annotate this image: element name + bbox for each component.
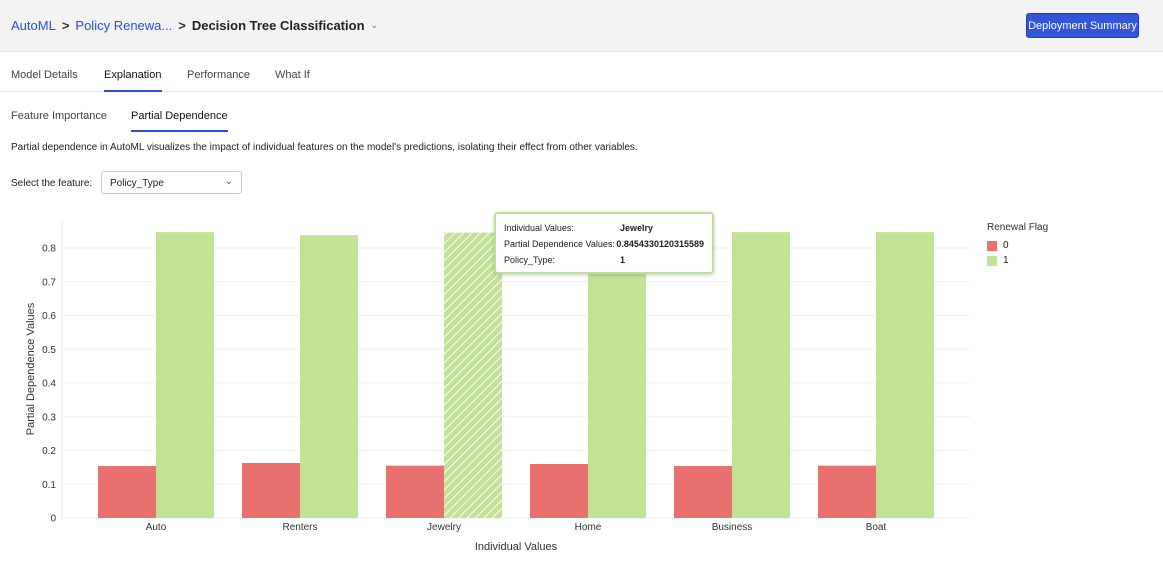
y-tick-label: 0.7 bbox=[42, 277, 56, 288]
y-tick-label: 0.3 bbox=[42, 412, 56, 423]
legend-label: 1 bbox=[1003, 255, 1009, 266]
tooltip-value: 0.8454330120315589 bbox=[616, 239, 704, 249]
legend-title: Renewal Flag bbox=[987, 222, 1049, 233]
bar-business-0[interactable] bbox=[674, 466, 732, 518]
y-tick-label: 0.4 bbox=[42, 379, 56, 390]
partial-dependence-chart: 0 0.1 0.2 0.3 0.4 0.5 0.6 0.7 0.8 Auto Renters Jewe… bbox=[25, 221, 970, 553]
bar-boat-0[interactable] bbox=[818, 465, 876, 518]
bar-home-0[interactable] bbox=[530, 464, 588, 518]
x-tick-label: Boat bbox=[866, 522, 887, 533]
legend-item-1[interactable]: 1 bbox=[987, 253, 1048, 268]
x-axis-title: Individual Values bbox=[475, 541, 558, 553]
y-tick-label: 0.1 bbox=[42, 480, 56, 491]
y-tick-label: 0.2 bbox=[42, 446, 56, 457]
bar-boat-1[interactable] bbox=[876, 232, 934, 518]
y-axis-title: Partial Dependence Values bbox=[25, 302, 37, 435]
y-tick-label: 0.8 bbox=[42, 244, 56, 255]
bar-jewelry-0[interactable] bbox=[386, 465, 444, 518]
tooltip-value: 1 bbox=[620, 255, 626, 265]
legend: Renewal Flag 0 1 bbox=[987, 222, 1048, 268]
x-tick-label: Jewelry bbox=[427, 522, 461, 533]
x-tick-label: Renters bbox=[282, 522, 317, 533]
y-tick-label: 0 bbox=[50, 514, 56, 525]
tooltip-key: Individual Values: bbox=[504, 223, 574, 233]
x-tick-label: Home bbox=[575, 522, 602, 533]
bar-renters-1[interactable] bbox=[300, 235, 358, 519]
legend-label: 0 bbox=[1003, 240, 1009, 251]
tooltip-value: Jewelry bbox=[620, 223, 654, 233]
legend-swatch bbox=[987, 240, 997, 251]
legend-item-0[interactable]: 0 bbox=[987, 238, 1048, 253]
bar-renters-0[interactable] bbox=[242, 462, 300, 518]
bar-auto-0[interactable] bbox=[98, 466, 156, 518]
y-tick-label: 0.5 bbox=[42, 345, 56, 356]
bar-auto-1[interactable] bbox=[156, 232, 214, 518]
x-tick-label: Auto bbox=[146, 522, 167, 533]
tooltip-key: Partial Dependence Values: bbox=[504, 239, 615, 249]
tooltip-key: Policy_Type: bbox=[504, 255, 556, 265]
x-tick-label: Business bbox=[712, 522, 753, 533]
legend-swatch bbox=[987, 255, 997, 266]
bar-business-1[interactable] bbox=[732, 232, 790, 518]
chart-tooltip: Individual Values: Jewelry Partial Depend… bbox=[494, 212, 714, 274]
bar-home-1[interactable] bbox=[588, 233, 646, 518]
bar-jewelry-1[interactable] bbox=[444, 232, 502, 518]
y-tick-label: 0.6 bbox=[42, 311, 56, 322]
